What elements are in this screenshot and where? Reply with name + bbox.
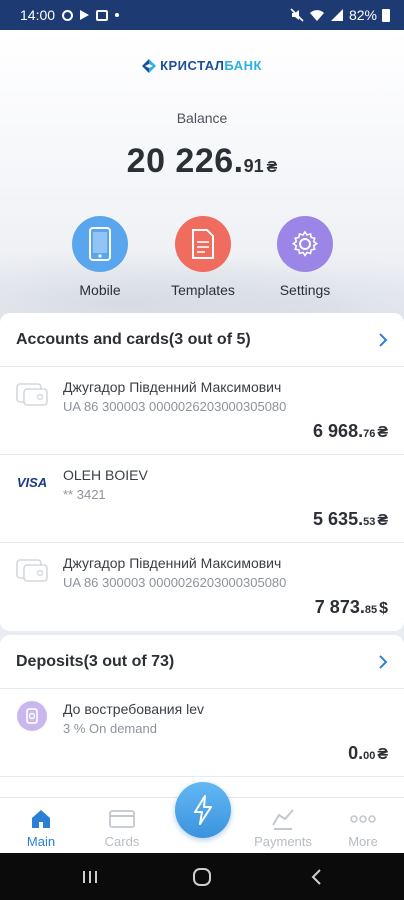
home-icon (32, 810, 50, 828)
account-amount: 6 968.76 ₴ (313, 421, 388, 442)
visa-icon: VISA (16, 467, 48, 497)
system-nav-bar (0, 853, 404, 900)
more-icon (350, 815, 376, 823)
card-icon (109, 810, 135, 828)
document-icon (175, 216, 231, 272)
logo-text-part2: БАНК (224, 58, 262, 73)
amount-main: 0. (348, 743, 364, 763)
deposits-title: Deposits(3 out of 73) (16, 652, 175, 670)
deposit-name: До востребования lev (63, 701, 204, 717)
payments-icon (272, 809, 294, 830)
deposit-terms: 3 % On demand (63, 721, 157, 736)
visa-logo-text: VISA (16, 474, 48, 490)
account-name: Джугадор Південний Максимович (63, 555, 282, 571)
chevron-right-icon[interactable] (378, 654, 388, 670)
deposits-header[interactable]: Deposits(3 out of 73) (0, 635, 404, 689)
balance-amount: 20 226.91 ₴ (0, 142, 404, 181)
wifi-icon (309, 10, 324, 21)
amount-currency: ₴ (377, 746, 388, 763)
quick-action-settings[interactable]: Settings (250, 216, 360, 298)
signal-icon (330, 9, 343, 21)
sync-icon (62, 9, 74, 21)
accounts-header[interactable]: Accounts and cards(3 out of 5) (0, 313, 404, 367)
amount-main: 7 873. (314, 597, 365, 617)
status-bar: 14:00 82% (0, 0, 404, 30)
amount-cents: 85 (364, 604, 378, 616)
bank-logo: КРИСТАЛБАНК (0, 58, 404, 73)
amount-currency: $ (379, 600, 388, 617)
image-icon (96, 9, 109, 21)
recent-apps-icon (83, 870, 97, 883)
account-amount: 5 635.53 ₴ (313, 509, 388, 530)
nav-label: More (348, 834, 378, 849)
battery-icon (382, 8, 390, 22)
quick-action-label: Settings (279, 282, 331, 298)
amount-cents: 76 (363, 428, 376, 440)
notification-dot-icon (115, 13, 120, 17)
account-card-icon (16, 555, 48, 585)
play-icon (80, 10, 90, 20)
nav-main[interactable]: Main (6, 798, 76, 854)
account-name: OLEH BOIEV (63, 467, 148, 483)
mute-icon (290, 8, 304, 22)
balance-main: 20 226. (126, 142, 244, 180)
mobile-phone-icon (72, 216, 128, 272)
amount-cents: 00 (363, 750, 376, 762)
chevron-right-icon[interactable] (378, 332, 388, 348)
amount-cents: 53 (363, 516, 376, 528)
back-button[interactable] (286, 853, 346, 900)
account-number: UA 86 300003 0000026203000305080 (63, 575, 287, 590)
nav-label: Main (26, 834, 56, 849)
amount-main: 6 968. (313, 421, 364, 441)
status-time: 14:00 (20, 7, 56, 23)
account-row[interactable]: Джугадор Південний Максимович UA 86 3000… (0, 543, 404, 631)
gear-icon (277, 216, 333, 272)
account-card-icon (16, 379, 48, 409)
deposit-amount: 0.00 ₴ (348, 743, 388, 764)
logo-text-part1: КРИСТАЛ (160, 58, 225, 73)
bank-logo-mark-icon (142, 58, 157, 73)
accounts-card: Accounts and cards(3 out of 5) Джугадор … (0, 313, 404, 631)
account-number: UA 86 300003 0000026203000305080 (63, 399, 287, 414)
deposit-row[interactable]: До востребования lev 3 % On demand 0.00 ₴ (0, 689, 404, 777)
battery-percent: 82% (348, 7, 377, 23)
account-row[interactable]: Джугадор Південний Максимович UA 86 3000… (0, 367, 404, 455)
account-number: ** 3421 (63, 487, 106, 502)
nav-payments[interactable]: Payments (248, 798, 318, 854)
balance-cents: 91 (243, 156, 264, 176)
quick-pay-button[interactable] (175, 782, 231, 838)
quick-action-label: Templates (171, 282, 235, 298)
nav-label: Cards (104, 834, 140, 849)
home-circle-icon (193, 867, 211, 886)
recent-apps-button[interactable] (60, 853, 120, 900)
amount-currency: ₴ (377, 424, 388, 441)
amount-currency: ₴ (377, 512, 388, 529)
deposit-icon (16, 701, 48, 731)
nav-more[interactable]: More (328, 798, 398, 854)
nav-label: Payments (254, 834, 312, 849)
quick-action-label: Mobile (79, 282, 121, 298)
nav-cards[interactable]: Cards (87, 798, 157, 854)
account-name: Джугадор Південний Максимович (63, 379, 282, 395)
amount-main: 5 635. (313, 509, 364, 529)
accounts-title: Accounts and cards(3 out of 5) (16, 330, 251, 348)
quick-action-templates[interactable]: Templates (148, 216, 258, 298)
lightning-icon (194, 795, 212, 825)
back-icon (311, 868, 321, 885)
home-button[interactable] (172, 853, 232, 900)
quick-action-mobile[interactable]: Mobile (45, 216, 155, 298)
balance-label: Balance (176, 110, 228, 126)
balance-currency: ₴ (266, 159, 278, 176)
account-row[interactable]: VISA OLEH BOIEV ** 3421 5 635.53 ₴ (0, 455, 404, 543)
account-amount: 7 873.85 $ (315, 597, 388, 618)
